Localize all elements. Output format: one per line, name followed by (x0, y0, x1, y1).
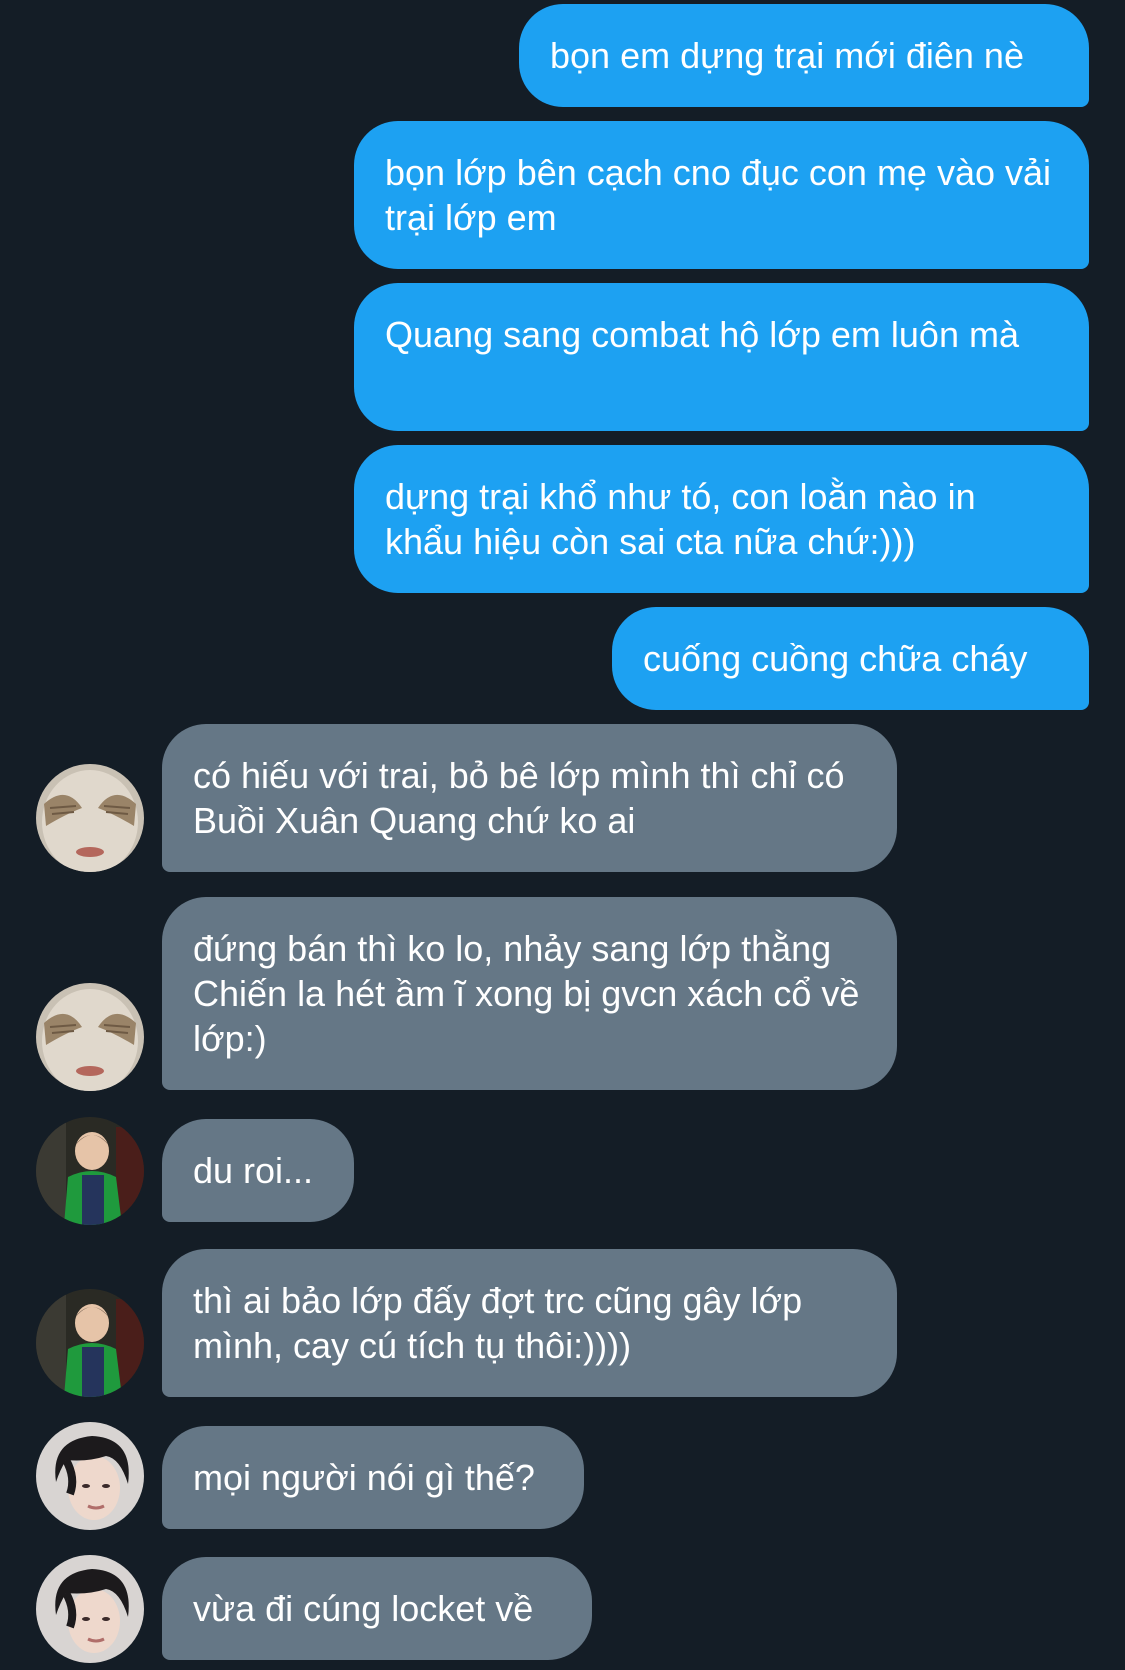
avatar-green-shirt-icon (36, 1117, 144, 1225)
avatar[interactable] (36, 983, 144, 1091)
message-text: bọn lớp bên cạch cno đục con mẹ vào vải … (385, 152, 1052, 238)
message-incoming[interactable]: du roi... (162, 1119, 354, 1222)
message-text: vừa đi cúng locket về (193, 1588, 534, 1629)
avatar[interactable] (36, 1117, 144, 1225)
message-incoming[interactable]: mọi người nói gì thế? (162, 1426, 584, 1529)
message-text: Quang sang combat hộ lớp em luôn mà (385, 314, 1019, 355)
message-text: du roi... (193, 1150, 314, 1191)
message-incoming[interactable]: thì ai bảo lớp đấy đợt trc cũng gây lớp … (162, 1249, 897, 1397)
message-outgoing[interactable]: dựng trại khổ như tó, con loằn nào in kh… (354, 445, 1089, 593)
message-text: mọi người nói gì thế? (193, 1457, 535, 1498)
message-incoming[interactable]: vừa đi cúng locket về (162, 1557, 592, 1660)
message-text: cuống cuồng chữa cháy (643, 638, 1028, 679)
avatar[interactable] (36, 1555, 144, 1663)
avatar-sculpture-icon (36, 764, 144, 872)
message-incoming[interactable]: đứng bán thì ko lo, nhảy sang lớp thằng … (162, 897, 897, 1090)
avatar[interactable] (36, 1289, 144, 1397)
message-text: bọn em dựng trại mới điên nè (550, 35, 1024, 76)
avatar[interactable] (36, 764, 144, 872)
message-outgoing[interactable]: bọn em dựng trại mới điên nè (519, 4, 1089, 107)
avatar-sculpture-icon (36, 983, 144, 1091)
message-outgoing[interactable]: Quang sang combat hộ lớp em luôn mà (354, 283, 1089, 431)
avatar[interactable] (36, 1422, 144, 1530)
message-outgoing[interactable]: cuống cuồng chữa cháy (612, 607, 1089, 710)
message-incoming[interactable]: có hiếu với trai, bỏ bê lớp mình thì chỉ… (162, 724, 897, 872)
avatar-green-shirt-icon (36, 1289, 144, 1397)
avatar-dark-hair-icon (36, 1422, 144, 1530)
chat-thread: bọn em dựng trại mới điên nè bọn lớp bên… (0, 0, 1125, 1670)
message-text: đứng bán thì ko lo, nhảy sang lớp thằng … (193, 928, 860, 1059)
message-text: thì ai bảo lớp đấy đợt trc cũng gây lớp … (193, 1280, 803, 1366)
avatar-dark-hair-icon (36, 1555, 144, 1663)
message-outgoing[interactable]: bọn lớp bên cạch cno đục con mẹ vào vải … (354, 121, 1089, 269)
message-text: dựng trại khổ như tó, con loằn nào in kh… (385, 476, 976, 562)
message-text: có hiếu với trai, bỏ bê lớp mình thì chỉ… (193, 755, 845, 841)
